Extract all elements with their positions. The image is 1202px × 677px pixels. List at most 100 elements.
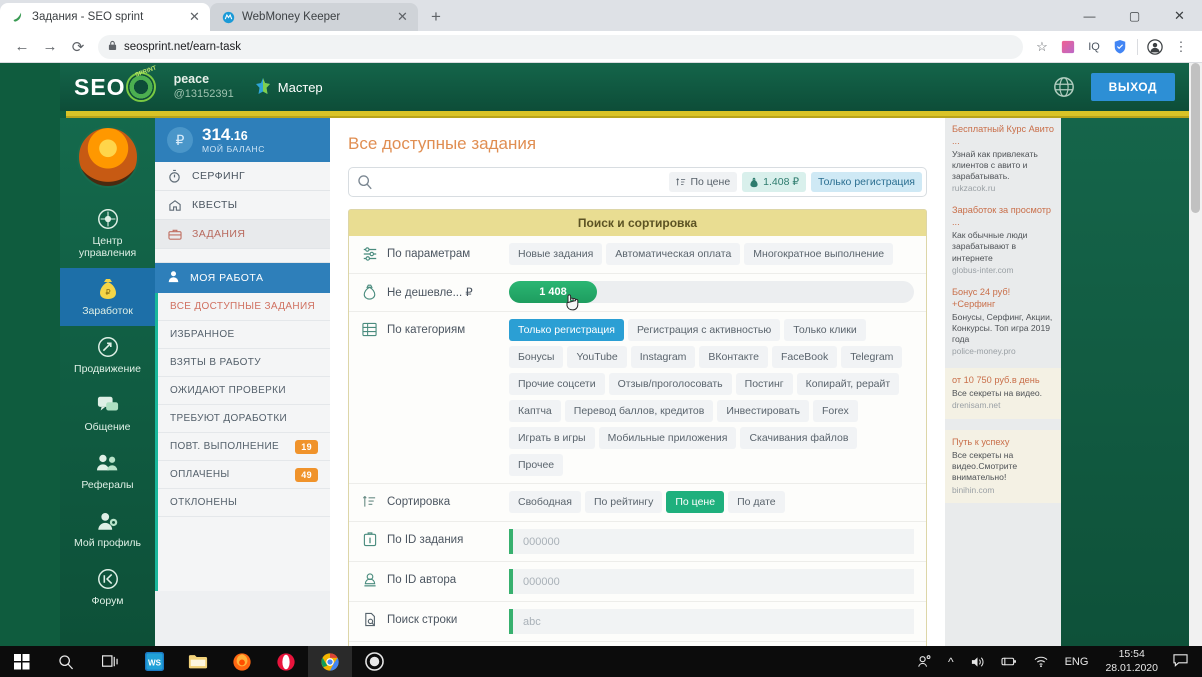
balance-block[interactable]: ₽ 314.16 МОЙ БАЛАНС (155, 118, 330, 162)
iq-icon[interactable]: IQ (1081, 34, 1107, 60)
rail-item-control-center[interactable]: Центр управления (60, 198, 155, 268)
browser-tab-0[interactable]: Задания - SEO sprint ✕ (0, 3, 210, 31)
category-chip[interactable]: Постинг (735, 373, 793, 395)
category-chip[interactable]: Каптча (509, 400, 561, 422)
star-icon[interactable]: ☆ (1029, 34, 1055, 60)
task-view-button[interactable] (88, 646, 132, 677)
category-chip[interactable]: Бонусы (509, 346, 564, 368)
scrollbar-thumb[interactable] (1191, 63, 1200, 213)
browser-tab-1[interactable]: WebMoney Keeper ✕ (210, 3, 418, 31)
submenu-item-rejected[interactable]: ОТКЛОНЕНЫ (158, 489, 330, 517)
avatar[interactable] (76, 126, 139, 188)
globe-icon[interactable] (1053, 76, 1075, 98)
rail-item-promotion[interactable]: Продвижение (60, 326, 155, 384)
category-chip[interactable]: Отзыв/проголосовать (608, 373, 732, 395)
submenu-item-paid[interactable]: ОПЛАЧЕНЫ 49 (158, 461, 330, 489)
profile-icon[interactable] (1142, 34, 1168, 60)
price-slider-handle[interactable]: 1 408 (509, 281, 597, 303)
ad-item[interactable]: от 10 750 руб.в день Все секреты на видео… (945, 368, 1061, 420)
user-block[interactable]: peace @13152391 (174, 72, 234, 101)
ad-item[interactable]: Путь к успеху Все секреты на видео.Смотри… (945, 430, 1061, 504)
language-indicator[interactable]: ENG (1057, 656, 1097, 668)
submenu-item-repeat[interactable]: ПОВТ. ВЫПОЛНЕНИЕ 19 (158, 433, 330, 461)
chrome-app[interactable] (308, 646, 352, 677)
back-icon[interactable]: ← (8, 33, 36, 61)
category-chip[interactable]: Instagram (630, 346, 696, 368)
menu-item-quests[interactable]: КВЕСТЫ (155, 191, 330, 220)
action-center-icon[interactable] (1167, 653, 1198, 670)
page-scrollbar[interactable] (1189, 63, 1202, 646)
recorder-app[interactable] (352, 646, 396, 677)
chevron-up-icon[interactable]: ^ (940, 646, 962, 677)
minimize-button[interactable]: — (1067, 0, 1112, 31)
category-chip[interactable]: Прочее (509, 454, 564, 476)
author-id-input[interactable]: 000000 (509, 569, 914, 594)
logout-button[interactable]: ВЫХОД (1090, 73, 1175, 101)
category-chip[interactable]: ВКонтакте (699, 346, 768, 368)
opera-app[interactable] (264, 646, 308, 677)
webstorm-app[interactable]: WS (132, 646, 176, 677)
chip-new-tasks[interactable]: Новые задания (509, 243, 603, 265)
people-icon[interactable] (909, 646, 940, 677)
category-chip[interactable]: Перевод баллов, кредитов (564, 400, 714, 422)
address-bar[interactable]: seosprint.net/earn-task (98, 34, 1023, 59)
master-badge[interactable]: Мастер (254, 77, 323, 97)
category-chip[interactable]: Инвестировать (717, 400, 809, 422)
search-bar[interactable]: По цене 1.408 ₽ Только регистрация (348, 167, 927, 197)
new-tab-button[interactable]: + (422, 3, 450, 31)
clock[interactable]: 15:54 28.01.2020 (1096, 648, 1167, 674)
rail-item-forum[interactable]: Форум (60, 558, 155, 616)
submenu-item-pending-review[interactable]: ОЖИДАЮТ ПРОВЕРКИ (158, 377, 330, 405)
submenu-item-needs-rework[interactable]: ТРЕБУЮТ ДОРАБОТКИ (158, 405, 330, 433)
rail-item-profile[interactable]: Мой профиль (60, 500, 155, 558)
close-icon[interactable]: ✕ (395, 9, 410, 25)
category-chip[interactable]: Forex (812, 400, 858, 422)
submenu-item-in-progress[interactable]: ВЗЯТЫ В РАБОТУ (158, 349, 330, 377)
search-chip-sort[interactable]: По цене (669, 172, 738, 192)
extension-icon[interactable] (1055, 34, 1081, 60)
taskbar-search-button[interactable] (44, 646, 88, 677)
sort-chip[interactable]: По дате (728, 491, 785, 513)
rail-item-earnings[interactable]: ₽ Заработок (60, 268, 155, 327)
sort-chip[interactable]: По рейтингу (584, 491, 663, 513)
shield-icon[interactable] (1107, 34, 1133, 60)
search-chip-registration[interactable]: Только регистрация (811, 172, 922, 192)
category-chip[interactable]: FaceBook (771, 346, 838, 368)
price-slider[interactable]: 1 408 (509, 281, 914, 311)
category-chip[interactable]: Telegram (841, 346, 903, 368)
reload-icon[interactable]: ⟳ (64, 33, 92, 61)
query-input[interactable]: abc (509, 609, 914, 634)
category-chip[interactable]: Копирайт, рерайт (796, 373, 900, 395)
wifi-icon[interactable] (1025, 646, 1057, 677)
site-logo[interactable]: SEO SPRINT (74, 65, 157, 102)
search-chip-price[interactable]: 1.408 ₽ (742, 172, 807, 192)
ad-item[interactable]: Бесплатный Курс Авито ... Узнай как привл… (952, 124, 1054, 194)
firefox-app[interactable] (220, 646, 264, 677)
ad-item[interactable]: Заработок за просмотр ... Как обычные люд… (952, 205, 1054, 275)
chip-multiple-execution[interactable]: Многократное выполнение (744, 243, 894, 265)
submenu-item-favorites[interactable]: ИЗБРАННОЕ (158, 321, 330, 349)
submenu-item-all-tasks[interactable]: ВСЕ ДОСТУПНЫЕ ЗАДАНИЯ (158, 293, 330, 321)
sort-chip[interactable]: По цене (666, 491, 725, 513)
rail-item-chat[interactable]: Общение (60, 384, 155, 442)
menu-icon[interactable]: ⋮ (1168, 34, 1194, 60)
ad-item[interactable]: Бонус 24 руб! +Серфинг Бонусы, Серфинг, А… (952, 287, 1054, 357)
category-chip[interactable]: Мобильные приложения (598, 427, 737, 449)
maximize-button[interactable]: ▢ (1112, 0, 1157, 31)
rail-item-referrals[interactable]: Рефералы (60, 442, 155, 500)
file-explorer-app[interactable] (176, 646, 220, 677)
menu-item-surfing[interactable]: СЕРФИНГ (155, 162, 330, 191)
task-id-input[interactable]: 000000 (509, 529, 914, 554)
close-icon[interactable]: ✕ (187, 9, 202, 25)
category-chip[interactable]: Прочие соцсети (509, 373, 605, 395)
category-chip[interactable]: Регистрация с активностью (627, 319, 781, 341)
volume-icon[interactable] (962, 646, 993, 677)
category-chip[interactable]: Играть в игры (509, 427, 595, 449)
forward-icon[interactable]: → (36, 33, 64, 61)
category-chip[interactable]: Только регистрация (509, 319, 624, 341)
category-chip[interactable]: YouTube (567, 346, 627, 368)
chip-auto-payment[interactable]: Автоматическая оплата (606, 243, 741, 265)
menu-item-tasks[interactable]: ЗАДАНИЯ (155, 220, 330, 249)
battery-icon[interactable] (993, 646, 1025, 677)
sort-chip[interactable]: Свободная (509, 491, 581, 513)
